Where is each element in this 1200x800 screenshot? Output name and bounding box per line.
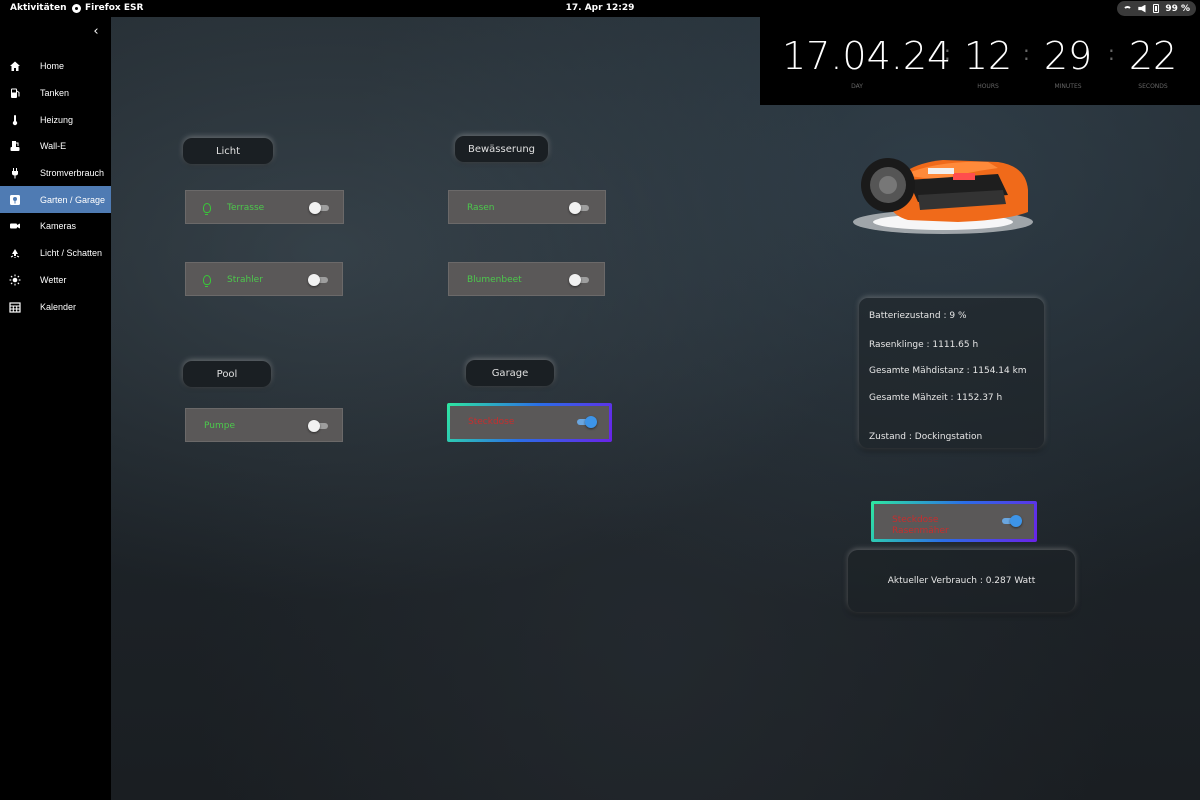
clock-day: 17.04.24 DAY xyxy=(782,34,952,90)
switch-card-steckdose[interactable]: Steckdose xyxy=(447,403,612,442)
switch-label: Steckdose Rasenmäher xyxy=(892,515,949,537)
clock-separator: : xyxy=(1023,41,1030,65)
clock-minutes-value: 29 xyxy=(1043,34,1093,78)
sidebar-item-label: Tanken xyxy=(40,88,70,99)
clock-minutes: 29 MINUTES xyxy=(1040,35,1096,90)
switch-label: Pumpe xyxy=(204,421,235,431)
fuel-icon xyxy=(9,87,21,99)
section-header-bewaesserung: Bewässerung xyxy=(455,136,548,162)
clock-hours-value: 12 xyxy=(963,34,1013,78)
sun-icon xyxy=(9,274,21,286)
section-header-garage: Garage xyxy=(466,360,554,386)
light-icon xyxy=(9,247,21,259)
mower-state: Zustand : Dockingstation xyxy=(869,432,983,442)
section-header-pool: Pool xyxy=(183,361,271,387)
collapse-sidebar-chevron-icon[interactable]: ‹ xyxy=(90,25,102,39)
clock-hours: 12 HOURS xyxy=(960,35,1016,90)
battery-icon xyxy=(1153,4,1160,13)
switch-label: Terrasse xyxy=(227,203,265,213)
mower-info-panel: Batteriezustand : 9 % Rasenklinge : 1111… xyxy=(859,298,1044,448)
ev-charger-icon xyxy=(9,140,21,152)
sidebar-item-label: Kalender xyxy=(40,301,77,312)
sidebar-item-home[interactable]: Home xyxy=(0,53,111,80)
toggle-switch-terrasse[interactable] xyxy=(309,202,329,214)
toggle-switch-strahler[interactable] xyxy=(308,274,328,286)
clock-separator: : xyxy=(944,41,951,65)
volume-icon xyxy=(1138,4,1146,13)
lightbulb-icon xyxy=(203,275,211,287)
power-plug-icon xyxy=(9,167,21,179)
mower-blade-hours: Rasenklinge : 1111.65 h xyxy=(869,340,979,350)
calendar-icon xyxy=(9,301,21,313)
mower-total-distance: Gesamte Mähdistanz : 1154.14 km xyxy=(869,366,1027,376)
clock-date-value: 17.04.24 xyxy=(782,34,952,78)
switch-card-blumenbeet[interactable]: Blumenbeet xyxy=(448,262,605,296)
toggle-switch-steckdose-rasenmaeher[interactable] xyxy=(1000,515,1022,527)
thermometer-icon xyxy=(9,114,21,126)
sidebar-item-label: Home xyxy=(40,61,65,72)
battery-level: 99 % xyxy=(1165,3,1190,14)
switch-label: Strahler xyxy=(227,275,263,285)
switch-card-strahler[interactable]: Strahler xyxy=(185,262,343,296)
clock-hours-label: HOURS xyxy=(977,83,999,90)
sidebar-item-kalender[interactable]: Kalender xyxy=(0,293,111,320)
clock-minutes-label: MINUTES xyxy=(1054,83,1082,90)
section-header-licht: Licht xyxy=(183,138,273,164)
sidebar-item-label: Wetter xyxy=(40,274,67,285)
sidebar-item-wetter[interactable]: Wetter xyxy=(0,267,111,294)
mower-total-time: Gesamte Mähzeit : 1152.37 h xyxy=(869,393,1003,403)
power-consumption-panel: Aktueller Verbrauch : 0.287 Watt xyxy=(848,550,1075,612)
clock-seconds: 22 SECONDS xyxy=(1125,35,1181,90)
toggle-switch-blumenbeet[interactable] xyxy=(569,274,589,286)
sidebar-item-label: Licht / Schatten xyxy=(40,248,103,259)
clock-seconds-label: SECONDS xyxy=(1138,83,1168,90)
sidebar: ‹ Home Tanken Heizung Wall-E Stromverbra… xyxy=(0,17,111,800)
garden-icon xyxy=(9,194,21,206)
sidebar-item-label: Wall-E xyxy=(40,141,67,152)
sidebar-item-label: Garten / Garage xyxy=(40,194,106,205)
sidebar-item-garten-garage[interactable]: Garten / Garage xyxy=(0,186,111,214)
switch-label-line2: Rasenmäher xyxy=(892,526,949,536)
toggle-switch-steckdose[interactable] xyxy=(575,416,597,428)
sidebar-item-licht-schatten[interactable]: Licht / Schatten xyxy=(0,240,111,267)
clock-separator: : xyxy=(1108,41,1115,65)
system-top-bar: Aktivitäten Firefox ESR 17. Apr 12:29 99… xyxy=(0,0,1200,17)
sidebar-item-tanken[interactable]: Tanken xyxy=(0,80,111,107)
switch-card-terrasse[interactable]: Terrasse xyxy=(185,190,344,224)
sidebar-item-label: Kameras xyxy=(40,221,77,232)
current-consumption: Aktueller Verbrauch : 0.287 Watt xyxy=(887,576,1036,586)
sidebar-item-stromverbrauch[interactable]: Stromverbrauch xyxy=(0,160,111,187)
mower-battery: Batteriezustand : 9 % xyxy=(869,311,967,321)
wifi-icon xyxy=(1123,5,1133,12)
system-clock[interactable]: 17. Apr 12:29 xyxy=(0,3,1200,13)
sidebar-item-kameras[interactable]: Kameras xyxy=(0,213,111,240)
sidebar-item-heizung[interactable]: Heizung xyxy=(0,106,111,133)
toggle-switch-pumpe[interactable] xyxy=(308,420,328,432)
switch-label: Rasen xyxy=(467,203,495,213)
sidebar-item-label: Stromverbrauch xyxy=(40,168,105,179)
switch-label: Blumenbeet xyxy=(467,275,522,285)
toggle-switch-rasen[interactable] xyxy=(569,202,589,214)
switch-card-steckdose-rasenmaeher[interactable]: Steckdose Rasenmäher xyxy=(871,501,1037,542)
sidebar-item-label: Heizung xyxy=(40,114,74,125)
clock-panel: 17.04.24 DAY : 12 HOURS : 29 MINUTES : 2… xyxy=(760,17,1200,105)
clock-day-label: DAY xyxy=(851,83,863,90)
clock-seconds-value: 22 xyxy=(1128,34,1178,78)
robot-mower-image xyxy=(853,158,1033,234)
switch-label: Steckdose xyxy=(468,417,515,427)
lightbulb-icon xyxy=(203,203,211,215)
system-tray[interactable]: 99 % xyxy=(1117,1,1196,16)
sidebar-nav: Home Tanken Heizung Wall-E Stromverbrauc… xyxy=(0,53,111,320)
switch-label-line1: Steckdose xyxy=(892,515,939,525)
switch-card-rasen[interactable]: Rasen xyxy=(448,190,606,224)
switch-card-pumpe[interactable]: Pumpe xyxy=(185,408,343,442)
sidebar-item-wall-e[interactable]: Wall-E xyxy=(0,133,111,160)
camera-icon xyxy=(9,220,21,232)
home-icon xyxy=(9,60,21,72)
